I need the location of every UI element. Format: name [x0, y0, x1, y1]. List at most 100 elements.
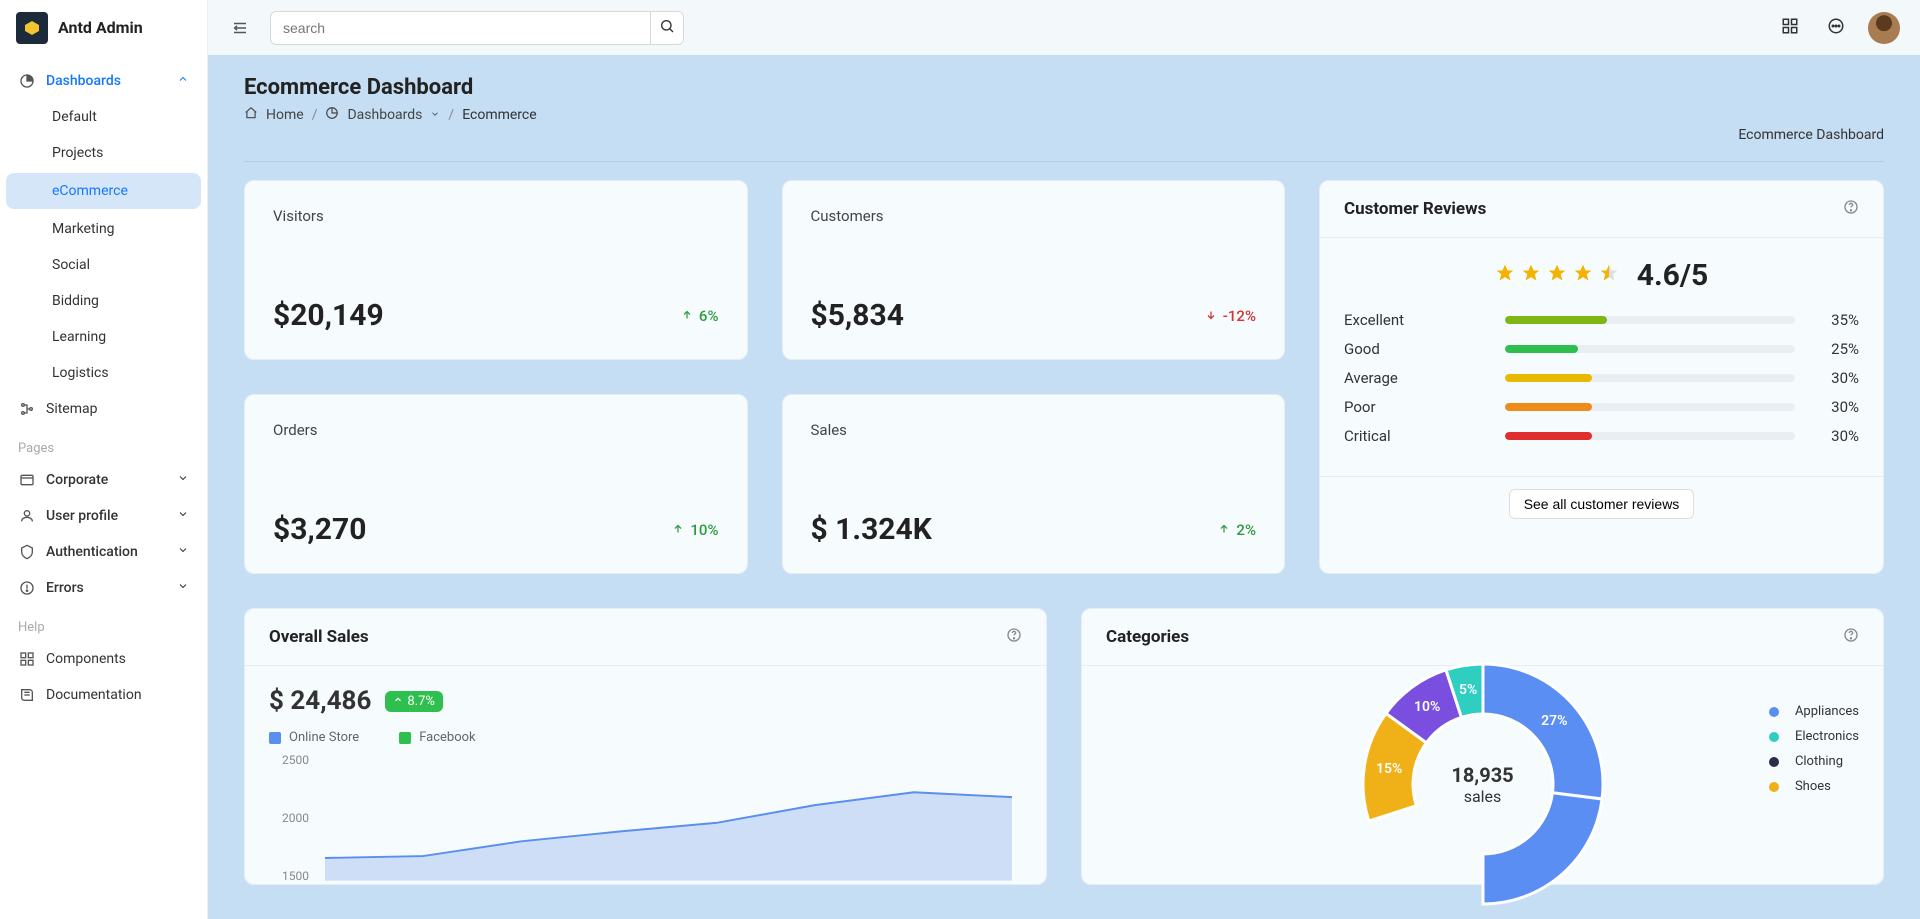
nav-icon	[18, 472, 36, 488]
donut-center-value: 18,935	[1451, 763, 1513, 787]
page-title: Ecommerce Dashboard	[244, 75, 537, 100]
nav-icon	[18, 580, 36, 596]
nav-corporate[interactable]: Corporate	[0, 462, 207, 498]
sidebar-item-ecommerce[interactable]: eCommerce	[6, 173, 201, 209]
grid-icon	[1781, 17, 1799, 39]
nav-icon	[18, 651, 36, 667]
card-categories: Categories 27%5%10%15% 18,935 sales Appl…	[1081, 608, 1884, 885]
bar-pct: 35%	[1811, 311, 1859, 329]
nav-dashboards[interactable]: Dashboards	[0, 63, 207, 99]
legend-item: Shoes	[1769, 779, 1859, 794]
bar-track	[1505, 345, 1795, 353]
nav: Dashboards DefaultProjectseCommerceMarke…	[0, 55, 207, 919]
review-row-critical: Critical30%	[1344, 427, 1859, 445]
apps-button[interactable]	[1776, 14, 1804, 42]
review-row-good: Good 25%	[1344, 340, 1859, 358]
bar-label: Poor	[1344, 398, 1489, 416]
sidebar-item-social[interactable]: Social	[0, 247, 207, 283]
sales-title: Overall Sales	[269, 627, 369, 647]
legend-swatch	[269, 732, 281, 744]
help-icon[interactable]	[1843, 627, 1859, 647]
legend-label: Online Store	[289, 730, 359, 745]
see-reviews-button[interactable]: See all customer reviews	[1509, 489, 1695, 519]
divider	[244, 161, 1884, 162]
stat-label: Sales	[811, 421, 1257, 439]
pie-icon	[18, 73, 36, 89]
search-button[interactable]	[650, 11, 684, 45]
sidebar: Antd Admin Dashboards DefaultProjectseCo…	[0, 0, 208, 919]
nav-errors[interactable]: Errors	[0, 570, 207, 606]
bar-label: Good	[1344, 340, 1489, 358]
brand-name: Antd Admin	[58, 18, 143, 37]
nav-sitemap[interactable]: Sitemap	[0, 391, 207, 427]
page-subtitle: Ecommerce Dashboard	[1738, 127, 1884, 143]
sidebar-item-marketing[interactable]: Marketing	[0, 211, 207, 247]
breadcrumb-dashboards[interactable]: Dashboards	[347, 107, 422, 123]
bar-pct: 25%	[1811, 340, 1859, 358]
stat-delta: -12%	[1205, 307, 1256, 325]
bar-pct: 30%	[1811, 369, 1859, 387]
legend-label: Clothing	[1795, 754, 1843, 769]
search-wrap	[270, 11, 684, 45]
bar-label: Excellent	[1344, 311, 1489, 329]
sidebar-item-logistics[interactable]: Logistics	[0, 355, 207, 391]
stat-value: $3,270	[273, 512, 366, 547]
home-icon	[244, 106, 258, 124]
sales-legend: Online Store Facebook	[269, 730, 1022, 745]
nav-authentication[interactable]: Authentication	[0, 534, 207, 570]
nav-sitemap-label: Sitemap	[46, 401, 189, 417]
review-row-excellent: Excellent 35%	[1344, 311, 1859, 329]
nav-icon	[18, 544, 36, 560]
bar-track	[1505, 432, 1795, 440]
legend-item: Clothing	[1769, 754, 1859, 769]
topbar	[208, 0, 1920, 55]
bar-track	[1505, 403, 1795, 411]
nav-documentation[interactable]: Documentation	[0, 677, 207, 713]
breadcrumb-current: Ecommerce	[462, 107, 536, 123]
review-score: 4.6/5	[1637, 258, 1708, 293]
sidebar-toggle[interactable]	[228, 16, 252, 40]
card-reviews: Customer Reviews 4.6/5 Excellent 35% Good 2…	[1319, 180, 1884, 574]
donut-chart: 27%5%10%15% 18,935 sales AppliancesElect…	[1082, 684, 1883, 884]
pie-icon	[325, 106, 339, 124]
sidebar-item-bidding[interactable]: Bidding	[0, 283, 207, 319]
legend-dot	[1769, 707, 1779, 717]
breadcrumb-sep: /	[312, 107, 318, 123]
row2: Overall Sales $ 24,486 8.7	[244, 608, 1884, 885]
sales-badge-text: 8.7%	[407, 694, 435, 709]
stat-delta: 2%	[1218, 521, 1256, 539]
breadcrumb-home[interactable]: Home	[266, 107, 304, 123]
arrow-up-icon	[1218, 521, 1230, 539]
stat-card-sales: Sales$ 1.324K2%	[782, 394, 1286, 574]
help-icon[interactable]	[1006, 627, 1022, 647]
avatar[interactable]	[1868, 12, 1900, 44]
reviews-title: Customer Reviews	[1344, 199, 1486, 219]
help-icon[interactable]	[1843, 199, 1859, 219]
stat-card-customers: Customers$5,834-12%	[782, 180, 1286, 360]
chevron-down-icon	[177, 472, 189, 488]
sidebar-item-projects[interactable]: Projects	[0, 135, 207, 171]
sidebar-item-learning[interactable]: Learning	[0, 319, 207, 355]
bar-label: Critical	[1344, 427, 1489, 445]
sidebar-item-default[interactable]: Default	[0, 99, 207, 135]
arrow-down-icon	[1205, 307, 1217, 325]
messages-button[interactable]	[1822, 14, 1850, 42]
chevron-down-icon	[177, 544, 189, 560]
nav-components[interactable]: Components	[0, 641, 207, 677]
bar-track	[1505, 374, 1795, 382]
svg-text:15%: 15%	[1376, 761, 1402, 777]
nav-section-help: Help	[0, 606, 207, 641]
legend-dot	[1769, 732, 1779, 742]
bar-track	[1505, 316, 1795, 324]
stat-label: Visitors	[273, 207, 719, 225]
branch-icon	[18, 401, 36, 417]
nav-label: Authentication	[46, 544, 167, 560]
legend-item: Facebook	[399, 730, 475, 745]
donut-center: 18,935 sales	[1451, 763, 1513, 806]
nav-section-pages: Pages	[0, 427, 207, 462]
review-row-poor: Poor30%	[1344, 398, 1859, 416]
breadcrumb: Home / Dashboards / Ecommerce	[244, 106, 537, 124]
nav-user-profile[interactable]: User profile	[0, 498, 207, 534]
donut-center-label: sales	[1451, 787, 1513, 806]
search-input[interactable]	[270, 11, 650, 45]
